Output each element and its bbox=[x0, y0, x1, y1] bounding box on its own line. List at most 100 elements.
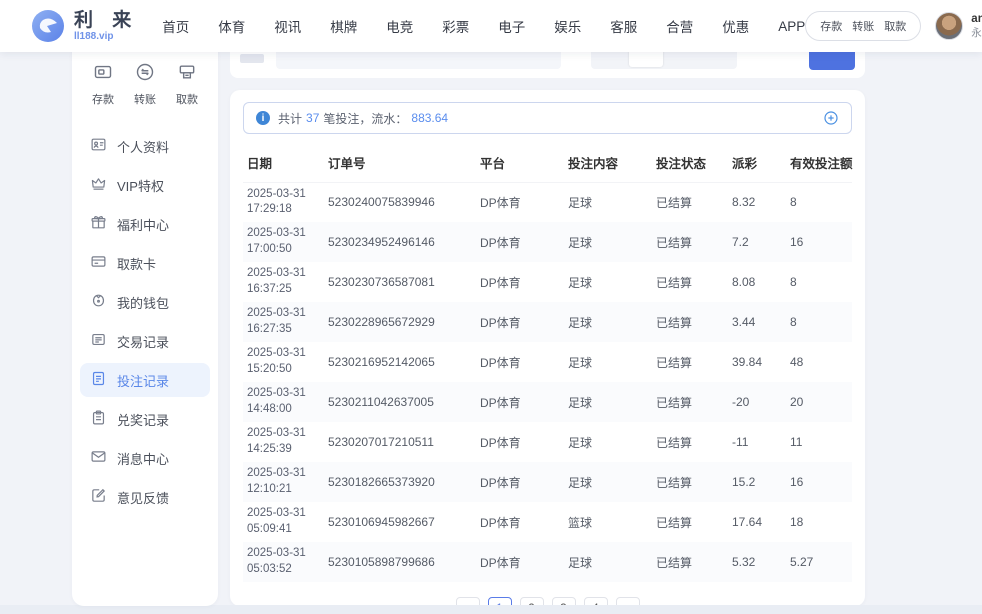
table-row[interactable]: 2025-03-3105:03:525230105898799686DP体育足球… bbox=[243, 542, 852, 582]
sidebar-item-profile[interactable]: 个人资料 bbox=[80, 129, 210, 163]
cell-order: 5230182665373920 bbox=[324, 462, 476, 502]
quick-action-2[interactable]: 转账 bbox=[852, 18, 874, 34]
turnover-amount: 883.64 bbox=[411, 111, 448, 125]
column-header-6: 派彩 bbox=[728, 144, 786, 182]
nav-item-2[interactable]: 体育 bbox=[218, 16, 245, 36]
cell-order: 5230106945982667 bbox=[324, 502, 476, 542]
nav-item-1[interactable]: 首页 bbox=[162, 16, 189, 36]
sidebar-item-welfare[interactable]: 福利中心 bbox=[80, 207, 210, 241]
table-row[interactable]: 2025-03-3114:25:395230207017210511DP体育足球… bbox=[243, 422, 852, 462]
nav-item-8[interactable]: 娱乐 bbox=[554, 16, 581, 36]
table-row[interactable]: 2025-03-3116:37:255230230736587081DP体育足球… bbox=[243, 262, 852, 302]
sidebar-item-bets[interactable]: 投注记录 bbox=[80, 363, 210, 397]
wallet-icon bbox=[90, 292, 107, 312]
cell-status: 已结算 bbox=[652, 422, 728, 462]
sidebar: 存款转账取款 个人资料 VIP特权福利中心取款卡我的钱包交易记录投注记录兑奖记录消… bbox=[72, 40, 218, 606]
sidebar-quick-transfer[interactable]: 转账 bbox=[134, 62, 156, 107]
nav-item-3[interactable]: 视讯 bbox=[274, 16, 301, 36]
nav-item-4[interactable]: 棋牌 bbox=[330, 16, 357, 36]
sidebar-item-card[interactable]: 取款卡 bbox=[80, 246, 210, 280]
cell-valid: 20 bbox=[786, 382, 852, 422]
cell-date: 2025-03-31 bbox=[247, 187, 320, 203]
cell-content: 足球 bbox=[564, 542, 652, 582]
cell-date: 2025-03-31 bbox=[247, 306, 320, 322]
cell-platform: DP体育 bbox=[476, 262, 564, 302]
nav-item-9[interactable]: 客服 bbox=[610, 16, 637, 36]
nav-item-12[interactable]: APP bbox=[778, 19, 805, 34]
nav-item-5[interactable]: 电竞 bbox=[386, 16, 413, 36]
expand-plus-icon[interactable] bbox=[823, 110, 839, 126]
permanent-domain: 永久域名：ll188.vip | ll188.... bbox=[971, 27, 982, 40]
cell-platform: DP体育 bbox=[476, 222, 564, 262]
user-line-1: anxin3399 总资产：1363.49元 bbox=[971, 12, 982, 26]
table-row[interactable]: 2025-03-3116:27:355230228965672929DP体育足球… bbox=[243, 302, 852, 342]
cell-status: 已结算 bbox=[652, 262, 728, 302]
table-row[interactable]: 2025-03-3115:20:505230216952142065DP体育足球… bbox=[243, 342, 852, 382]
nav-item-11[interactable]: 优惠 bbox=[722, 16, 749, 36]
cell-payout: 5.32 bbox=[728, 542, 786, 582]
cell-date: 2025-03-31 bbox=[247, 386, 320, 402]
cell-datetime: 2025-03-3114:48:00 bbox=[243, 382, 324, 422]
cell-content: 足球 bbox=[564, 462, 652, 502]
column-header-7: 有效投注额 bbox=[786, 144, 852, 182]
table-row[interactable]: 2025-03-3117:00:505230234952496146DP体育足球… bbox=[243, 222, 852, 262]
cell-datetime: 2025-03-3117:29:18 bbox=[243, 182, 324, 222]
user-box[interactable]: anxin3399 总资产：1363.49元 永久域名：ll188.vip | … bbox=[935, 12, 982, 40]
cell-time: 05:09:41 bbox=[247, 522, 320, 538]
table-row[interactable]: 2025-03-3105:09:415230106945982667DP体育篮球… bbox=[243, 502, 852, 542]
sidebar-item-wallet[interactable]: 我的钱包 bbox=[80, 285, 210, 319]
nav-item-7[interactable]: 电子 bbox=[498, 16, 525, 36]
sidebar-quick-withdraw[interactable]: 取款 bbox=[176, 62, 198, 107]
deposit-icon bbox=[93, 62, 113, 87]
cell-content: 篮球 bbox=[564, 502, 652, 542]
column-header-1: 日期 bbox=[243, 144, 324, 182]
cell-order: 5230240075839946 bbox=[324, 182, 476, 222]
sidebar-item-label: 福利中心 bbox=[117, 215, 169, 234]
profile-icon bbox=[90, 136, 107, 156]
cell-valid: 16 bbox=[786, 222, 852, 262]
cell-platform: DP体育 bbox=[476, 302, 564, 342]
cell-valid: 8 bbox=[786, 182, 852, 222]
table-row[interactable]: 2025-03-3112:10:215230182665373920DP体育足球… bbox=[243, 462, 852, 502]
cell-status: 已结算 bbox=[652, 382, 728, 422]
sidebar-item-label: 兑奖记录 bbox=[117, 410, 169, 429]
sidebar-item-prizes[interactable]: 兑奖记录 bbox=[80, 402, 210, 436]
cell-time: 16:27:35 bbox=[247, 322, 320, 338]
cell-date: 2025-03-31 bbox=[247, 266, 320, 282]
avatar[interactable] bbox=[935, 12, 963, 40]
navbar-right: 存款转账取款 anxin3399 总资产：1363.49元 永久域名：ll188… bbox=[805, 11, 982, 41]
table-row[interactable]: 2025-03-3117:29:185230240075839946DP体育足球… bbox=[243, 182, 852, 222]
cell-payout: 7.2 bbox=[728, 222, 786, 262]
sidebar-item-messages[interactable]: 消息中心 bbox=[80, 441, 210, 475]
table-row[interactable]: 2025-03-3114:48:005230211042637005DP体育足球… bbox=[243, 382, 852, 422]
quick-action-1[interactable]: 存款 bbox=[820, 18, 842, 34]
cell-datetime: 2025-03-3105:09:41 bbox=[243, 502, 324, 542]
user-line-2: 永久域名：ll188.vip | ll188.... bbox=[971, 27, 982, 40]
cell-platform: DP体育 bbox=[476, 422, 564, 462]
cell-time: 17:29:18 bbox=[247, 202, 320, 218]
brand-logo[interactable]: 利 来 ll188.vip bbox=[30, 8, 138, 44]
sidebar-quick-deposit[interactable]: 存款 bbox=[92, 62, 114, 107]
sidebar-item-vip[interactable]: VIP特权 bbox=[80, 168, 210, 202]
sidebar-item-label: 个人资料 bbox=[117, 137, 169, 156]
cell-datetime: 2025-03-3116:37:25 bbox=[243, 262, 324, 302]
sidebar-item-label: 意见反馈 bbox=[117, 488, 169, 507]
cell-payout: 8.32 bbox=[728, 182, 786, 222]
cell-datetime: 2025-03-3105:03:52 bbox=[243, 542, 324, 582]
nav-item-10[interactable]: 合营 bbox=[666, 16, 693, 36]
cell-time: 17:00:50 bbox=[247, 242, 320, 258]
quick-action-3[interactable]: 取款 bbox=[884, 18, 906, 34]
cell-platform: DP体育 bbox=[476, 382, 564, 422]
cell-content: 足球 bbox=[564, 342, 652, 382]
nav-item-6[interactable]: 彩票 bbox=[442, 16, 469, 36]
cell-content: 足球 bbox=[564, 302, 652, 342]
cell-content: 足球 bbox=[564, 262, 652, 302]
sidebar-item-feedback[interactable]: 意见反馈 bbox=[80, 480, 210, 514]
transactions-icon bbox=[90, 331, 107, 351]
cell-date: 2025-03-31 bbox=[247, 466, 320, 482]
cell-payout: -20 bbox=[728, 382, 786, 422]
cell-content: 足球 bbox=[564, 182, 652, 222]
cell-time: 05:03:52 bbox=[247, 562, 320, 578]
cell-platform: DP体育 bbox=[476, 182, 564, 222]
sidebar-item-transactions[interactable]: 交易记录 bbox=[80, 324, 210, 358]
